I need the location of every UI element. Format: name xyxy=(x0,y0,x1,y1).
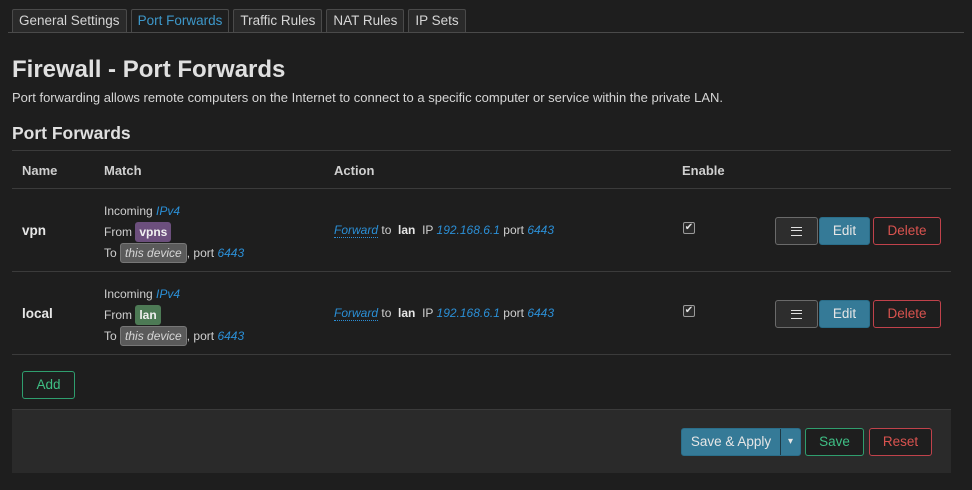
drag-handle-button[interactable] xyxy=(775,217,818,245)
header-name: Name xyxy=(22,163,58,178)
reset-button[interactable]: Reset xyxy=(869,428,932,456)
port-value: 6443 xyxy=(217,329,245,343)
dport-label: port xyxy=(503,223,524,237)
zone-badge: vpns xyxy=(135,222,172,242)
add-button[interactable]: Add xyxy=(22,371,75,399)
table-row: vpn Incoming IPv4 From vpns To this devi… xyxy=(12,189,951,272)
header-match: Match xyxy=(104,163,142,178)
rule-action: Forward to lan IP 192.168.6.1 port 6443 xyxy=(334,223,555,238)
dest-zone: lan xyxy=(398,223,416,237)
rule-match: Incoming IPv4 From vpns To this device, … xyxy=(104,201,244,264)
tab-bar: General Settings Port Forwards Traffic R… xyxy=(12,9,470,33)
page-title: Firewall - Port Forwards xyxy=(12,56,286,83)
save-apply-button[interactable]: Save & Apply ▾ xyxy=(681,428,801,456)
family-value: IPv4 xyxy=(156,287,181,301)
ip-label: IP xyxy=(422,223,434,237)
zone-badge: lan xyxy=(135,305,161,325)
chevron-down-icon[interactable]: ▾ xyxy=(780,429,800,455)
incoming-label: Incoming xyxy=(104,204,153,218)
tab-general-settings[interactable]: General Settings xyxy=(12,9,127,33)
port-value: 6443 xyxy=(217,246,245,260)
tab-ip-sets[interactable]: IP Sets xyxy=(408,9,466,33)
ip-label: IP xyxy=(422,306,434,320)
table-header: Name Match Action Enable xyxy=(12,150,951,189)
header-action: Action xyxy=(334,163,375,178)
incoming-label: Incoming xyxy=(104,287,153,301)
from-label: From xyxy=(104,308,132,322)
to-label: To xyxy=(104,329,117,343)
enable-checkbox[interactable]: ✔ xyxy=(683,222,695,234)
edit-button[interactable]: Edit xyxy=(819,217,870,245)
device-badge: this device xyxy=(120,243,187,263)
enable-checkbox[interactable]: ✔ xyxy=(683,305,695,317)
dport-value: 6443 xyxy=(527,223,555,237)
tab-traffic-rules[interactable]: Traffic Rules xyxy=(233,9,323,33)
delete-button[interactable]: Delete xyxy=(873,300,941,328)
menu-icon xyxy=(791,309,802,319)
rule-match: Incoming IPv4 From lan To this device, p… xyxy=(104,284,244,347)
to-text: to xyxy=(381,306,392,320)
header-enable: Enable xyxy=(682,163,725,178)
menu-icon xyxy=(791,226,802,236)
dport-value: 6443 xyxy=(527,306,555,320)
edit-button[interactable]: Edit xyxy=(819,300,870,328)
ip-value: 192.168.6.1 xyxy=(436,223,500,237)
forward-label: Forward xyxy=(334,223,379,238)
port-forwards-table: Name Match Action Enable vpn Incoming IP… xyxy=(12,150,951,355)
save-button[interactable]: Save xyxy=(805,428,864,456)
dest-zone: lan xyxy=(398,306,416,320)
drag-handle-button[interactable] xyxy=(775,300,818,328)
to-text: to xyxy=(381,223,392,237)
tab-port-forwards[interactable]: Port Forwards xyxy=(130,9,230,33)
section-title: Port Forwards xyxy=(12,123,131,143)
port-label: , port xyxy=(186,246,215,260)
tab-nat-rules[interactable]: NAT Rules xyxy=(326,9,405,33)
page-description: Port forwarding allows remote computers … xyxy=(12,90,724,105)
port-label: , port xyxy=(186,329,215,343)
from-label: From xyxy=(104,225,132,239)
family-value: IPv4 xyxy=(156,204,181,218)
ip-value: 192.168.6.1 xyxy=(436,306,500,320)
rule-name: vpn xyxy=(22,223,47,238)
tab-divider xyxy=(8,32,964,33)
device-badge: this device xyxy=(120,326,187,346)
to-label: To xyxy=(104,246,117,260)
forward-label: Forward xyxy=(334,306,379,321)
table-row: local Incoming IPv4 From lan To this dev… xyxy=(12,272,951,355)
save-apply-label[interactable]: Save & Apply xyxy=(682,429,780,455)
delete-button[interactable]: Delete xyxy=(873,217,941,245)
rule-action: Forward to lan IP 192.168.6.1 port 6443 xyxy=(334,306,555,321)
footer-actions: Save & Apply ▾ Save Reset xyxy=(12,409,951,473)
rule-name: local xyxy=(22,306,53,321)
dport-label: port xyxy=(503,306,524,320)
